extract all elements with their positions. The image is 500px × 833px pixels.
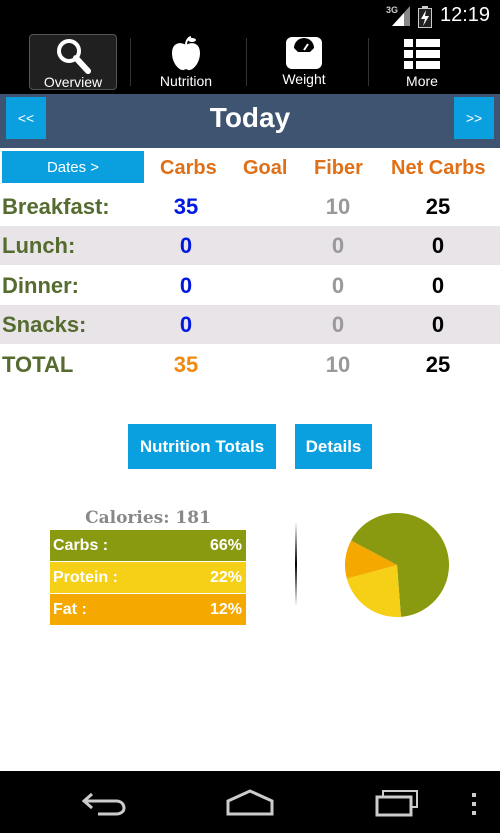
scale-icon <box>286 37 322 69</box>
meal-label: Breakfast: <box>2 194 110 219</box>
tab-more[interactable]: More <box>378 34 466 90</box>
nutrition-totals-button[interactable]: Nutrition Totals <box>128 424 276 469</box>
total-fiber-value: 10 <box>325 352 351 377</box>
macro-row-protein: Protein : 22% <box>50 562 246 593</box>
divider <box>295 522 297 606</box>
net-carbs-value: 0 <box>431 273 445 298</box>
macro-row-fat: Fat : 12% <box>50 594 246 625</box>
details-button[interactable]: Details <box>295 424 372 469</box>
signal-icon <box>392 6 410 26</box>
fiber-value: 0 <box>331 273 345 298</box>
macro-name: Carbs : <box>53 537 109 554</box>
tab-divider <box>246 38 247 86</box>
macro-row-carbs: Carbs : 66% <box>50 530 246 561</box>
column-header-carbs: Carbs <box>160 157 217 179</box>
macro-percent: 12% <box>209 601 242 618</box>
apple-icon <box>172 36 200 71</box>
tab-label: More <box>406 73 438 89</box>
day-title: Today <box>209 102 291 133</box>
table-row-total: TOTAL 35 10 25 <box>0 345 500 384</box>
column-header-net-carbs: Net Carbs <box>391 157 486 179</box>
meal-label: Dinner: <box>2 273 79 298</box>
list-icon <box>404 39 440 69</box>
tab-weight[interactable]: Weight <box>260 34 348 90</box>
macro-name: Fat : <box>53 601 87 618</box>
home-icon[interactable] <box>225 788 275 818</box>
recent-apps-icon[interactable] <box>373 788 421 818</box>
meal-label: Snacks: <box>2 312 87 337</box>
table-row-breakfast: Breakfast: 35 10 25 <box>0 187 500 226</box>
fiber-value: 0 <box>331 312 345 337</box>
table-header: Dates > Carbs Goal Fiber Net Carbs <box>0 149 500 185</box>
carbs-value: 0 <box>179 233 193 258</box>
table-row-dinner: Dinner: 0 0 0 <box>0 266 500 305</box>
table-row-lunch: Lunch: 0 0 0 <box>0 226 500 265</box>
status-time: 12:19 <box>440 4 491 26</box>
macro-name: Protein : <box>53 569 118 586</box>
tab-label: Overview <box>43 74 103 90</box>
total-carbs-value: 35 <box>173 352 199 377</box>
macro-percent: 22% <box>209 569 242 586</box>
net-carbs-value: 0 <box>431 233 445 258</box>
carbs-value: 35 <box>173 194 199 219</box>
search-icon <box>57 39 91 74</box>
status-bar: 3G 12:19 <box>0 0 500 32</box>
total-net-carbs-value: 25 <box>425 352 451 377</box>
tab-label: Nutrition <box>159 73 213 89</box>
meal-label: Lunch: <box>2 233 76 258</box>
day-navigation: << Today >> <box>0 94 500 148</box>
tab-label: Weight <box>282 71 326 87</box>
fiber-value: 0 <box>331 233 345 258</box>
macro-percent: 66% <box>209 537 242 554</box>
overflow-menu-icon[interactable] <box>470 792 478 816</box>
column-header-fiber: Fiber <box>314 157 363 179</box>
net-carbs-value: 0 <box>431 312 445 337</box>
system-navigation-bar <box>0 771 500 833</box>
calories-label: Calories: 181 <box>85 508 211 528</box>
total-label: TOTAL <box>2 352 74 377</box>
back-icon[interactable] <box>80 788 128 818</box>
tab-overview[interactable]: Overview <box>29 34 117 90</box>
net-carbs-value: 25 <box>425 194 451 219</box>
column-header-goal: Goal <box>243 157 288 179</box>
dates-button[interactable]: Dates > <box>2 151 144 183</box>
tab-divider <box>368 38 369 86</box>
next-day-button[interactable]: >> <box>454 97 494 139</box>
tab-divider <box>130 38 131 86</box>
fiber-value: 10 <box>325 194 351 219</box>
carbs-value: 0 <box>179 312 193 337</box>
battery-charging-icon <box>418 6 432 28</box>
tab-bar: Overview Nutrition Weight More <box>0 32 500 94</box>
table-row-snacks: Snacks: 0 0 0 <box>0 305 500 344</box>
macro-pie-chart <box>345 513 449 617</box>
carbs-value: 0 <box>179 273 193 298</box>
tab-nutrition[interactable]: Nutrition <box>142 34 230 90</box>
